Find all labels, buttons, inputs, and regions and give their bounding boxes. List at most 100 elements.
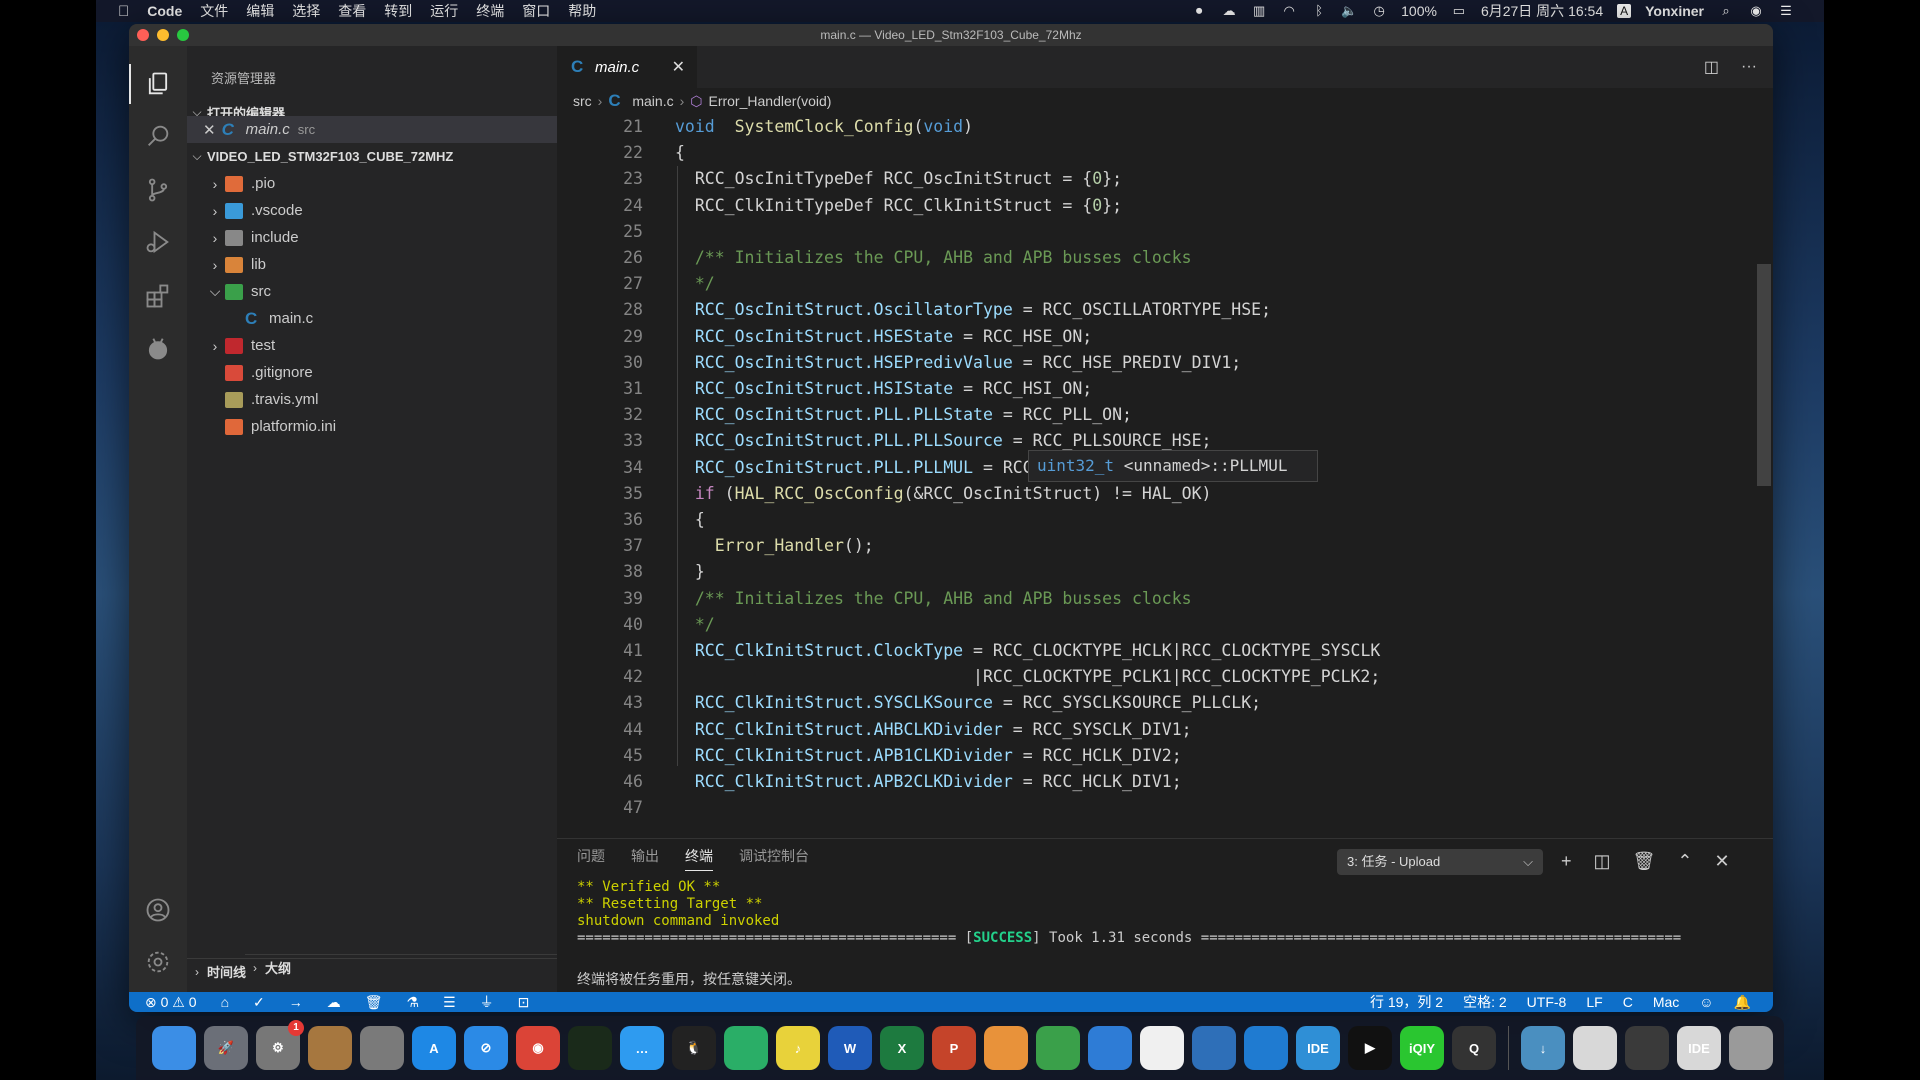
run-debug-icon[interactable] <box>129 218 187 266</box>
end-of-line[interactable]: LF <box>1586 994 1602 1010</box>
platformio-icon[interactable] <box>129 324 187 372</box>
tree-item-src[interactable]: ⌵ src <box>187 278 557 305</box>
more-actions-icon[interactable]: ··· <box>1741 58 1757 76</box>
menu-app-name[interactable]: Code <box>147 3 182 19</box>
pio-terminal-icon[interactable]: ⊡ <box>518 994 530 1011</box>
menu-go[interactable]: 转到 <box>384 1 412 21</box>
language-mode[interactable]: C <box>1623 994 1633 1010</box>
terminal-output[interactable]: ** Verified OK ** ** Resetting Target ** s… <box>577 879 1681 947</box>
tree-item-vscode[interactable]: › .vscode <box>187 197 557 224</box>
wifi-icon[interactable]: ◠ <box>1281 4 1297 18</box>
dock-app-store-icon[interactable]: A <box>412 1026 456 1070</box>
menu-run[interactable]: 运行 <box>430 1 458 21</box>
feedback-icon[interactable]: ☺ <box>1699 994 1713 1010</box>
apple-menu-icon[interactable]:  <box>118 3 129 20</box>
dock-pages-icon[interactable] <box>984 1026 1028 1070</box>
dock-chrome-icon[interactable]: ◉ <box>516 1026 560 1070</box>
tab-output[interactable]: 输出 <box>631 846 659 866</box>
clock[interactable]: 6月27日 周六 16:54 <box>1481 1 1603 21</box>
breadcrumb-symbol[interactable]: Error_Handler(void) <box>708 93 831 109</box>
dock-ide-window-icon[interactable]: IDE <box>1677 1026 1721 1070</box>
dock-qq-icon[interactable]: 🐧 <box>672 1026 716 1070</box>
dock-trash-icon[interactable] <box>1729 1026 1773 1070</box>
dock-iqiyi-icon[interactable]: iQIY <box>1400 1026 1444 1070</box>
open-editor-item[interactable]: ✕ C main.c src <box>187 116 557 143</box>
menu-selection[interactable]: 选择 <box>292 1 320 21</box>
menu-terminal[interactable]: 终端 <box>476 1 504 21</box>
encoding[interactable]: UTF-8 <box>1527 994 1567 1010</box>
maximize-panel-chevron-up-icon[interactable]: ⌃ <box>1677 851 1692 872</box>
problems-indicator[interactable]: ⊗ 0 ⚠ 0 <box>145 994 197 1011</box>
cloud-icon[interactable]: ☁ <box>1221 4 1237 18</box>
tab-problems[interactable]: 问题 <box>577 846 605 866</box>
dock-powerpoint-icon[interactable]: P <box>932 1026 976 1070</box>
user-name[interactable]: Yonxiner <box>1645 3 1704 19</box>
dock-word-icon[interactable]: W <box>828 1026 872 1070</box>
pio-tasks-list-icon[interactable]: ☰ <box>443 994 456 1011</box>
tree-item-travis-yml[interactable]: .travis.yml <box>187 386 557 413</box>
menu-view[interactable]: 查看 <box>338 1 366 21</box>
dock-launchpad-icon[interactable]: 🚀 <box>204 1026 248 1070</box>
close-window-button[interactable] <box>137 29 149 41</box>
dock-calculator-icon[interactable] <box>360 1026 404 1070</box>
dock-activity-monitor-icon[interactable] <box>568 1026 612 1070</box>
new-terminal-icon[interactable]: + <box>1561 851 1572 872</box>
battery-icon[interactable]: ▭ <box>1451 4 1467 18</box>
maximize-window-button[interactable] <box>177 29 189 41</box>
notifications-bell-icon[interactable]: 🔔 <box>1734 994 1751 1011</box>
timeline-section[interactable]: › 时间线 <box>187 958 557 984</box>
dock-safari-window-icon[interactable] <box>1573 1026 1617 1070</box>
dock-qq-music-icon[interactable]: ♪ <box>776 1026 820 1070</box>
dock-vscode-icon[interactable] <box>1244 1026 1288 1070</box>
breadcrumb-file[interactable]: main.c <box>632 93 673 109</box>
dock-excel-icon[interactable]: X <box>880 1026 924 1070</box>
menu-edit[interactable]: 编辑 <box>246 1 274 21</box>
pio-serial-monitor-plug-icon[interactable]: ⏚ <box>480 992 494 1012</box>
notification-center-icon[interactable]: ☰ <box>1778 4 1794 18</box>
siri-icon[interactable]: ◉ <box>1748 4 1764 18</box>
tree-item-gitignore[interactable]: .gitignore <box>187 359 557 386</box>
account-icon[interactable] <box>129 886 187 934</box>
dock-ide-icon[interactable]: IDE <box>1296 1026 1340 1070</box>
kill-terminal-trash-icon[interactable]: 🗑 <box>1633 851 1656 872</box>
tab-main-c[interactable]: C main.c ✕ <box>557 46 697 88</box>
project-section[interactable]: ⌵ VIDEO_LED_STM32F103_CUBE_72MHZ <box>187 144 557 168</box>
menu-help[interactable]: 帮助 <box>568 1 596 21</box>
tree-item-main-c[interactable]: Cmain.c <box>187 305 557 332</box>
memory-icon[interactable]: ▥ <box>1251 4 1267 18</box>
pio-clean-trash-icon[interactable]: 🗑 <box>365 994 383 1011</box>
close-panel-icon[interactable]: ✕ <box>1714 851 1729 872</box>
volume-icon[interactable]: 🔈 <box>1341 4 1357 18</box>
settings-gear-icon[interactable] <box>129 938 187 986</box>
indentation[interactable]: 空格: 2 <box>1463 992 1507 1012</box>
tree-item-lib[interactable]: › lib <box>187 251 557 278</box>
pio-build-check-icon[interactable]: ✓ <box>253 994 265 1011</box>
time-machine-icon[interactable]: ◷ <box>1371 4 1387 18</box>
cursor-position[interactable]: 行 19，列 2 <box>1370 992 1443 1012</box>
dock-finder-icon[interactable] <box>152 1026 196 1070</box>
pio-test-flask-icon[interactable]: ⚗ <box>407 994 420 1011</box>
input-method-icon[interactable]: A <box>1617 4 1632 18</box>
extensions-icon[interactable] <box>129 272 187 320</box>
dock-infuse-icon[interactable]: ▶ <box>1348 1026 1392 1070</box>
tree-item-include[interactable]: › include <box>187 224 557 251</box>
tree-item-pio[interactable]: › .pio <box>187 170 557 197</box>
bluetooth-icon[interactable]: ᛒ <box>1311 4 1327 18</box>
dock-quicktime-icon[interactable]: Q <box>1452 1026 1496 1070</box>
dock-wechat-icon[interactable] <box>724 1026 768 1070</box>
tree-item-test[interactable]: › test <box>187 332 557 359</box>
minimize-window-button[interactable] <box>157 29 169 41</box>
search-icon[interactable] <box>129 112 187 160</box>
pio-upload-arrow-icon[interactable]: → <box>289 994 303 1010</box>
dock-mindnode-icon[interactable] <box>1140 1026 1184 1070</box>
menu-window[interactable]: 窗口 <box>522 1 550 21</box>
dock-downloads-folder-icon[interactable]: ↓ <box>1521 1026 1565 1070</box>
terminal-select[interactable]: 3: 任务 - Upload ⌵ <box>1337 849 1543 875</box>
split-editor-icon[interactable]: ◫ <box>1704 57 1719 77</box>
close-editor-icon[interactable]: ✕ <box>203 121 216 139</box>
tab-debug-console[interactable]: 调试控制台 <box>739 846 809 866</box>
dock-keynote-icon[interactable] <box>1088 1026 1132 1070</box>
close-tab-icon[interactable]: ✕ <box>672 57 685 77</box>
tree-item-platformio-ini[interactable]: platformio.ini <box>187 413 557 440</box>
dock-numbers-icon[interactable] <box>1036 1026 1080 1070</box>
